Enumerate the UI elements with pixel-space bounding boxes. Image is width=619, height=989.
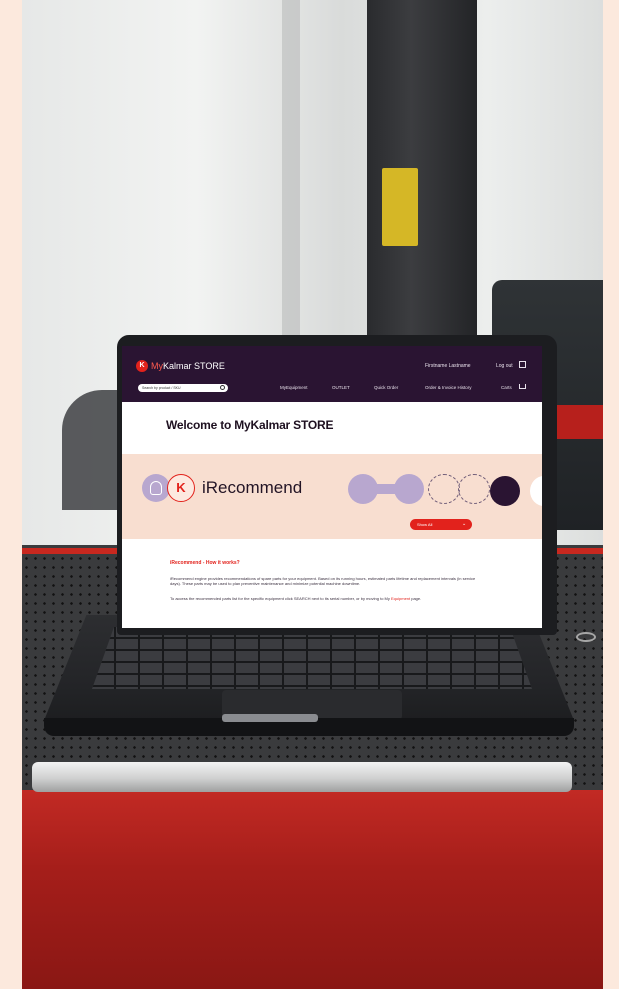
- decor-ring: [458, 474, 490, 504]
- workbench-hole: [576, 632, 596, 642]
- page-title: Welcome to MyKalmar STORE: [166, 418, 334, 432]
- nav-outlet[interactable]: OUTLET: [332, 385, 350, 390]
- nav-quick-order[interactable]: Quick Order: [374, 385, 398, 390]
- search-input[interactable]: Search by product / SKU: [138, 384, 228, 392]
- search-icon[interactable]: [220, 385, 225, 390]
- laptop-keyboard: [92, 627, 532, 689]
- nav-myequipment[interactable]: MyEquipment: [280, 385, 308, 390]
- background-pole: [282, 0, 300, 340]
- irecommend-description: iRecommend engine provides recommendatio…: [170, 576, 476, 587]
- kalmar-k-icon: K: [167, 474, 195, 502]
- cart-icon[interactable]: [519, 384, 526, 389]
- how-it-works-heading: iRecommend - How it works?: [170, 560, 240, 566]
- yellow-label: [382, 168, 418, 246]
- laptop-hinge: [222, 714, 318, 722]
- kalmar-logo-icon[interactable]: K: [136, 360, 148, 372]
- workbench-rail: [32, 762, 572, 792]
- chevron-down-icon[interactable]: ⌄: [462, 521, 466, 527]
- site-brand[interactable]: MyKalmar STORE: [151, 361, 225, 371]
- decor-circle-dark: [490, 476, 520, 506]
- decor-ring: [428, 474, 460, 504]
- irecommend-instructions: To access the recommended parts list for…: [170, 596, 422, 601]
- logout-link[interactable]: Log out: [496, 363, 513, 369]
- nav-order-invoice-history[interactable]: Order & Invoice History: [425, 385, 472, 390]
- hand-glyph-icon: [150, 481, 162, 495]
- nav-carts[interactable]: Carts: [501, 385, 512, 390]
- workbench-front: [22, 790, 603, 989]
- laptop-screen: K MyKalmar STORE Firstname Lastname Log …: [122, 346, 542, 628]
- logout-icon[interactable]: [519, 361, 526, 368]
- photo-scene: K MyKalmar STORE Firstname Lastname Log …: [22, 0, 603, 989]
- irecommend-title: iRecommend: [202, 478, 303, 497]
- my-equipment-link[interactable]: Equipment: [391, 596, 410, 601]
- decor-circle: [394, 474, 424, 504]
- site-header: K MyKalmar STORE Firstname Lastname Log …: [122, 346, 542, 402]
- user-name-link[interactable]: Firstname Lastname: [425, 363, 471, 369]
